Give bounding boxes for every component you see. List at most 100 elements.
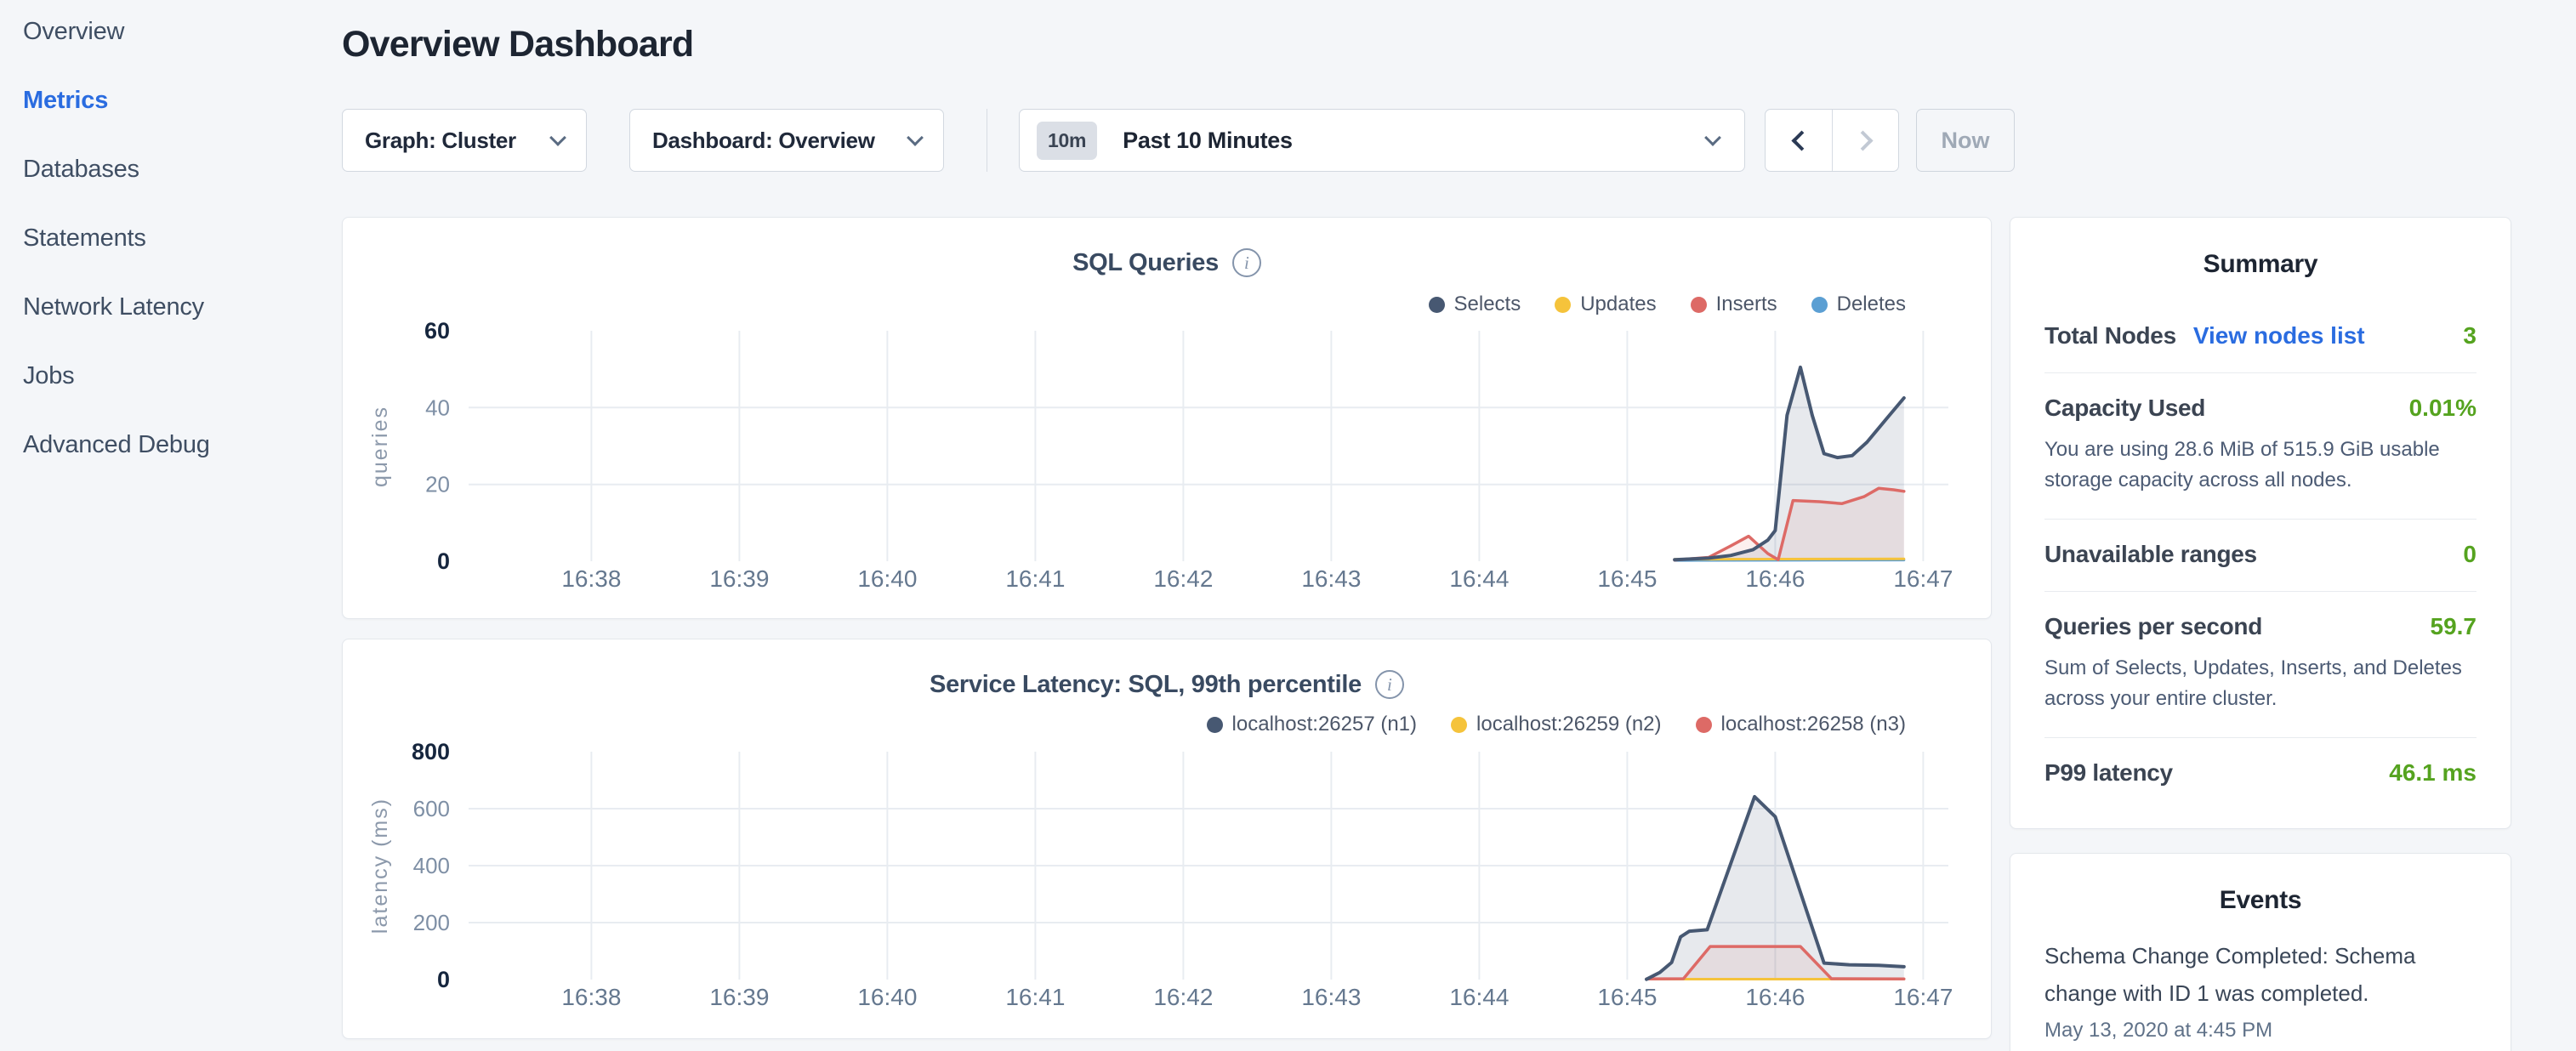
- legend-item-updates: Updates: [1555, 293, 1656, 316]
- chevron-right-icon: [1852, 130, 1873, 151]
- summary-title: Summary: [2010, 218, 2511, 301]
- summary-value: 59.7: [2431, 613, 2477, 640]
- x-axis-tick: 16:46: [1745, 984, 1805, 1010]
- graph-dropdown[interactable]: Graph: Cluster: [342, 109, 587, 172]
- sidebar-item-metrics[interactable]: Metrics: [23, 88, 340, 113]
- y-axis-tick: 600: [413, 796, 450, 821]
- summary-row-p99-latency: P99 latency 46.1 ms: [2044, 738, 2476, 810]
- event-message[interactable]: Schema Change Completed: Schema change w…: [2044, 937, 2476, 1012]
- y-axis-tick: 400: [413, 853, 450, 878]
- sql-queries-chart-card: SQL Queries i Selects Updates Inserts Deletes…: [342, 217, 1992, 619]
- info-icon[interactable]: i: [1375, 670, 1404, 699]
- summary-description: You are using 28.6 MiB of 515.9 GiB usab…: [2044, 435, 2476, 496]
- chevron-left-icon: [1791, 130, 1811, 151]
- legend-item-localhost-26258-n3: localhost:26258 (n3): [1696, 713, 1906, 736]
- sidebar: Overview Metrics Databases Statements Networ…: [0, 0, 340, 1051]
- summary-description: Sum of Selects, Updates, Inserts, and De…: [2044, 653, 2476, 714]
- summary-value: 0: [2463, 541, 2476, 568]
- summary-row-total-nodes: Total Nodes View nodes list 3: [2044, 301, 2476, 373]
- legend-dot-icon: [1691, 297, 1707, 313]
- x-axis-tick: 16:42: [1153, 565, 1213, 592]
- time-range-badge: 10m: [1037, 122, 1097, 160]
- series-line-selects: [1675, 367, 1904, 560]
- summary-label: Total Nodes: [2044, 322, 2176, 349]
- time-step-buttons: [1765, 109, 1899, 172]
- series-line-localhost-26257-n1: [1646, 797, 1904, 980]
- legend-label: Deletes: [1837, 293, 1906, 316]
- info-icon[interactable]: i: [1232, 248, 1261, 277]
- legend-dot-icon: [1811, 297, 1828, 313]
- dashboard-dropdown[interactable]: Dashboard: Overview: [629, 109, 944, 172]
- sidebar-item-advanced-debug[interactable]: Advanced Debug: [23, 432, 340, 457]
- legend-dot-icon: [1429, 297, 1445, 313]
- sidebar-item-overview[interactable]: Overview: [23, 19, 340, 44]
- x-axis-tick: 16:47: [1893, 984, 1953, 1010]
- x-axis-tick: 16:38: [561, 984, 621, 1010]
- summary-row-unavailable-ranges: Unavailable ranges 0: [2044, 520, 2476, 592]
- time-prev-button[interactable]: [1766, 110, 1832, 171]
- x-axis-tick: 16:40: [857, 984, 917, 1010]
- x-axis-tick: 16:45: [1597, 984, 1657, 1010]
- chart-legend: Selects Updates Inserts Deletes: [1429, 293, 1907, 316]
- x-axis-tick: 16:39: [709, 984, 769, 1010]
- legend-item-selects: Selects: [1429, 293, 1521, 316]
- y-axis-tick: 0: [437, 967, 450, 992]
- legend-item-localhost-26257-n1: localhost:26257 (n1): [1207, 713, 1417, 736]
- summary-value: 46.1 ms: [2389, 759, 2476, 787]
- summary-row-queries-per-second: Queries per second 59.7 Sum of Selects, Up…: [2044, 592, 2476, 738]
- time-next-button[interactable]: [1832, 110, 1898, 171]
- summary-value: 0.01%: [2409, 395, 2476, 422]
- legend-label: localhost:26258 (n3): [1721, 713, 1906, 736]
- x-axis-tick: 16:46: [1745, 565, 1805, 592]
- legend-label: Updates: [1580, 293, 1656, 316]
- x-axis-tick: 16:41: [1005, 565, 1065, 592]
- event-timestamp: May 13, 2020 at 4:45 PM: [2044, 1019, 2476, 1042]
- legend-dot-icon: [1555, 297, 1571, 313]
- summary-value: 3: [2463, 322, 2476, 349]
- series-area-selects: [1675, 367, 1904, 561]
- chart-title: Service Latency: SQL, 99th percentile: [930, 671, 1362, 699]
- time-range-label: Past 10 Minutes: [1123, 128, 1707, 154]
- x-axis-tick: 16:44: [1449, 565, 1509, 592]
- series-area-localhost-26258-n3: [1646, 946, 1904, 980]
- y-axis-unit-label: queries: [368, 406, 392, 487]
- x-axis-tick: 16:38: [561, 565, 621, 592]
- page-title: Overview Dashboard: [342, 24, 693, 65]
- view-nodes-list-link[interactable]: View nodes list: [2193, 322, 2365, 349]
- time-range-dropdown[interactable]: 10m Past 10 Minutes: [1019, 109, 1745, 172]
- chart-title: SQL Queries: [1072, 249, 1219, 277]
- chevron-down-icon: [907, 129, 924, 146]
- series-line-deletes: [1675, 560, 1904, 561]
- sidebar-item-statements[interactable]: Statements: [23, 225, 340, 251]
- events-panel: Events Schema Change Completed: Schema c…: [2010, 853, 2511, 1051]
- y-axis-tick: 200: [413, 910, 450, 935]
- summary-label: Unavailable ranges: [2044, 541, 2257, 568]
- series-line-localhost-26258-n3: [1646, 946, 1904, 979]
- dashboard-dropdown-label: Dashboard: Overview: [652, 128, 875, 154]
- x-axis-tick: 16:42: [1153, 984, 1213, 1010]
- now-button[interactable]: Now: [1916, 109, 2015, 172]
- x-axis-tick: 16:40: [857, 565, 917, 592]
- summary-label: Capacity Used: [2044, 395, 2205, 422]
- summary-label: P99 latency: [2044, 759, 2173, 787]
- legend-dot-icon: [1451, 717, 1467, 733]
- chart-plot: 16:3816:3916:4016:4116:4216:4316:4416:45…: [343, 218, 1993, 620]
- series-area-inserts: [1675, 488, 1904, 561]
- x-axis-tick: 16:45: [1597, 565, 1657, 592]
- legend-item-inserts: Inserts: [1691, 293, 1777, 316]
- legend-label: localhost:26257 (n1): [1232, 713, 1417, 736]
- chart-plot: 16:3816:3916:4016:4116:4216:4316:4416:45…: [343, 639, 1993, 1040]
- legend-label: Selects: [1454, 293, 1521, 316]
- sidebar-item-databases[interactable]: Databases: [23, 156, 340, 182]
- x-axis-tick: 16:39: [709, 565, 769, 592]
- summary-row-capacity-used: Capacity Used 0.01% You are using 28.6 MiB…: [2044, 373, 2476, 520]
- sidebar-item-jobs[interactable]: Jobs: [23, 363, 340, 389]
- x-axis-tick: 16:43: [1301, 984, 1361, 1010]
- series-line-inserts: [1675, 488, 1904, 560]
- chevron-down-icon: [549, 129, 566, 146]
- sidebar-item-network-latency[interactable]: Network Latency: [23, 294, 340, 320]
- chevron-down-icon: [1704, 129, 1721, 146]
- summary-label: Queries per second: [2044, 613, 2262, 640]
- x-axis-tick: 16:44: [1449, 984, 1509, 1010]
- y-axis-tick: 60: [424, 318, 450, 344]
